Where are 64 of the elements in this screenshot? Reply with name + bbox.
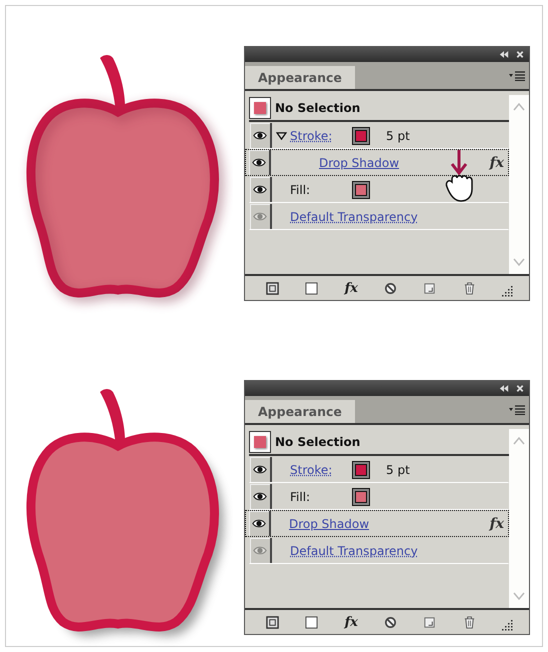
panel-tab[interactable]: Appearance [245, 400, 355, 423]
attribute-link[interactable]: Default Transparency [290, 544, 418, 558]
new-art-icon[interactable] [266, 616, 280, 628]
trash-icon[interactable] [462, 282, 476, 294]
visibility-toggle[interactable] [250, 177, 272, 202]
add-effect-button[interactable]: fx [344, 614, 358, 630]
eye-icon [253, 465, 267, 474]
resize-grip-icon[interactable] [502, 286, 514, 298]
panel-menu-icon[interactable] [509, 404, 525, 414]
collapse-icon[interactable] [499, 50, 509, 59]
appearance-row[interactable]: Drop Shadow fx [245, 149, 509, 176]
close-icon[interactable] [515, 384, 525, 393]
color-swatch[interactable] [352, 126, 370, 144]
square-icon[interactable] [305, 282, 318, 294]
attribute-label: Fill: [290, 182, 312, 196]
appearance-row[interactable]: Default Transparency [249, 203, 509, 230]
attribute-link[interactable]: Drop Shadow [319, 156, 400, 170]
clear-icon[interactable] [384, 282, 398, 294]
eye-icon [253, 212, 267, 221]
collapse-icon[interactable] [499, 384, 509, 393]
stroke-weight: 5 pt [386, 128, 410, 142]
appearance-row[interactable]: Stroke: 5 pt [249, 122, 509, 149]
disclosure-triangle-icon[interactable] [276, 132, 287, 140]
visibility-toggle[interactable] [250, 457, 272, 482]
duplicate-icon[interactable] [423, 616, 436, 628]
attribute-link[interactable]: Stroke: [290, 462, 348, 476]
effect-indicator[interactable]: fx [490, 154, 504, 170]
attribute-label: Fill: [290, 490, 312, 504]
eye-icon [253, 492, 267, 501]
square-icon[interactable] [305, 616, 318, 628]
clear-icon[interactable] [384, 616, 398, 628]
trash-icon[interactable] [462, 616, 476, 628]
eye-icon [253, 131, 267, 140]
appearance-row[interactable]: Fill: [249, 483, 509, 510]
panel-menu-icon[interactable] [509, 70, 525, 80]
new-art-icon[interactable] [266, 282, 280, 294]
panel-tab[interactable]: Appearance [245, 66, 355, 89]
appearance-row[interactable]: Drop Shadow fx [245, 510, 509, 537]
color-swatch[interactable] [352, 460, 370, 478]
attribute-link[interactable]: Drop Shadow [289, 516, 370, 530]
color-swatch[interactable] [352, 488, 370, 506]
eye-icon [252, 158, 266, 167]
selection-label: No Selection [275, 100, 360, 114]
visibility-toggle[interactable] [249, 150, 271, 175]
duplicate-icon[interactable] [423, 282, 436, 294]
selection-label: No Selection [275, 434, 360, 448]
attribute-link[interactable]: Stroke: [290, 128, 348, 142]
eye-icon [253, 185, 267, 194]
resize-grip-icon[interactable] [502, 620, 514, 632]
visibility-toggle[interactable] [250, 123, 272, 148]
close-icon[interactable] [515, 50, 525, 59]
effect-indicator[interactable]: fx [490, 516, 504, 532]
visibility-toggle[interactable] [250, 484, 272, 509]
appearance-row[interactable]: Default Transparency [249, 537, 509, 564]
visibility-toggle[interactable] [249, 511, 271, 536]
eye-icon [252, 519, 266, 528]
appearance-row[interactable]: Stroke: 5 pt [249, 456, 509, 483]
attribute-link[interactable]: Default Transparency [290, 210, 418, 224]
stroke-weight: 5 pt [386, 462, 410, 476]
visibility-toggle[interactable] [250, 538, 272, 563]
eye-icon [253, 546, 267, 555]
visibility-toggle[interactable] [250, 204, 272, 229]
color-swatch[interactable] [352, 180, 370, 198]
add-effect-button[interactable]: fx [344, 280, 358, 296]
